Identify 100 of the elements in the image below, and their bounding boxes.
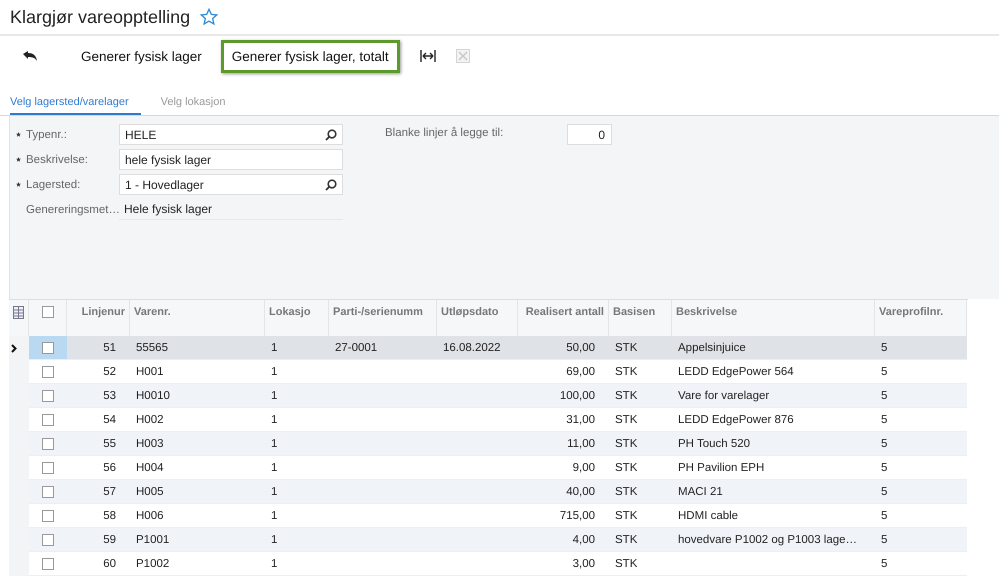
field-label: Beskrivelse: [26,154,89,166]
table-row[interactable]: 51 55565 1 27-0001 16.08.2022 50,00 STK Appelsinjuice 5 [29,336,967,360]
table-cell: hovedvare P1002 og P1003 lage… [678,534,858,546]
table-row[interactable]: 57 H005 1 40,00 STK MACI 21 5 [29,480,967,504]
checkbox[interactable] [42,462,54,474]
input-field[interactable]: HELE [119,124,343,145]
table-cell: 54 [103,414,116,426]
table-cell: 31,00 [566,414,595,426]
table-cell: 58 [103,510,116,522]
table-cell: STK [615,558,638,570]
table-cell: STK [615,534,638,546]
table-cell: 52 [103,366,116,378]
field-label: Lagersted: [26,178,82,190]
table-cell: STK [615,462,638,474]
column-header[interactable]: Beskrivelse [672,300,875,336]
table-cell: 51 [103,342,116,354]
checkbox[interactable] [42,414,54,426]
field-label: Blanke linjer å legge til: [385,126,504,139]
star-icon[interactable] [200,8,218,26]
table-cell: LEDD EdgePower 876 [678,414,794,426]
table-cell: 1 [271,438,278,450]
checkbox[interactable] [42,534,54,546]
search-icon [325,128,337,140]
table-cell: 16.08.2022 [443,342,501,354]
spreadsheet-icon [456,49,470,63]
column-header[interactable]: Utløpsdato [437,300,518,336]
toolbar-button[interactable]: Generer fysisk lager [70,40,213,72]
table-cell: H002 [136,414,164,426]
table-cell: P1001 [136,534,170,546]
table-cell: 5 [881,534,888,546]
field-label: Typenr.: [26,128,68,140]
table-cell: H004 [136,462,164,474]
current-row-icon [11,344,17,352]
checkbox[interactable] [42,558,54,570]
table-cell: 50,00 [566,342,595,354]
table-cell: 5 [881,438,888,450]
table-cell: 56 [103,462,116,474]
column-header[interactable]: Varenr. [130,300,265,336]
table-cell: 5 [881,486,888,498]
table-cell: 40,00 [566,486,595,498]
table-cell: HDMI cable [678,510,738,522]
table-cell: 1 [271,510,278,522]
table-row[interactable]: 55 H003 1 11,00 STK PH Touch 520 5 [29,432,967,456]
table-cell: 57 [103,486,116,498]
table-cell: STK [615,510,638,522]
table-cell: STK [615,366,638,378]
table-cell: 5 [881,366,888,378]
table-cell: MACI 21 [678,486,723,498]
table-cell: STK [615,438,638,450]
table-cell: 1 [271,486,278,498]
table-cell: 59 [103,534,116,546]
input-field[interactable]: 1 - Hovedlager [119,174,343,195]
column-header[interactable]: Realisert antall [518,300,609,336]
table-cell: 1 [271,462,278,474]
table-cell: 3,00 [572,558,595,570]
columns-icon[interactable] [13,306,24,319]
table-cell: 5 [881,390,888,402]
table-cell: 11,00 [567,438,595,450]
checkbox[interactable] [42,366,54,378]
page-title: Klargjør vareopptelling [10,6,190,28]
table-cell: STK [615,414,638,426]
table-cell: 1 [271,342,278,354]
column-header[interactable]: Parti-/serienumm [329,300,437,336]
input-field[interactable]: hele fysisk lager [119,149,343,170]
table-cell: 5 [881,510,888,522]
table-cell: STK [615,342,638,354]
checkbox[interactable] [42,438,54,450]
checkbox[interactable] [42,306,54,318]
table-cell: 715,00 [560,510,595,522]
table-cell: H0010 [136,390,170,402]
toolbar-button[interactable]: Generer fysisk lager, totalt [220,40,400,72]
table-cell: Appelsinjuice [678,342,746,354]
column-header[interactable]: Lokasjo [265,300,329,336]
column-header[interactable]: Linjenur [67,300,130,336]
checkbox[interactable] [42,486,54,498]
checkbox[interactable] [42,510,54,522]
table-cell: 4,00 [572,534,595,546]
column-header[interactable]: Vareprofilnr. [875,300,967,336]
table-cell: 55565 [136,342,168,354]
table-cell: STK [615,486,638,498]
table-cell: 1 [271,390,278,402]
table-cell: 60 [103,558,116,570]
table-cell: 9,00 [572,462,595,474]
table-cell: 1 [271,414,278,426]
checkbox[interactable] [42,342,54,354]
checkbox[interactable] [42,390,54,402]
table-row[interactable]: 59 P1001 1 4,00 STK hovedvare P1002 og P1003 lage… 5 [29,528,967,552]
table-row[interactable]: 53 H0010 1 100,00 STK Vare for varelager 5 [29,384,967,408]
table-cell: 5 [881,342,888,354]
number-field[interactable]: 0 [567,124,612,145]
undo-icon [22,50,38,62]
table-cell: PH Pavilion EPH [678,462,764,474]
table-cell: 27-0001 [335,342,378,354]
table-cell: 5 [881,414,888,426]
column-header[interactable]: Basisen [609,300,672,336]
table-cell: 53 [103,390,116,402]
table-cell: 1 [271,558,278,570]
table-cell: 55 [103,438,116,450]
table-cell: 1 [271,534,278,546]
table-cell: 1 [271,366,278,378]
